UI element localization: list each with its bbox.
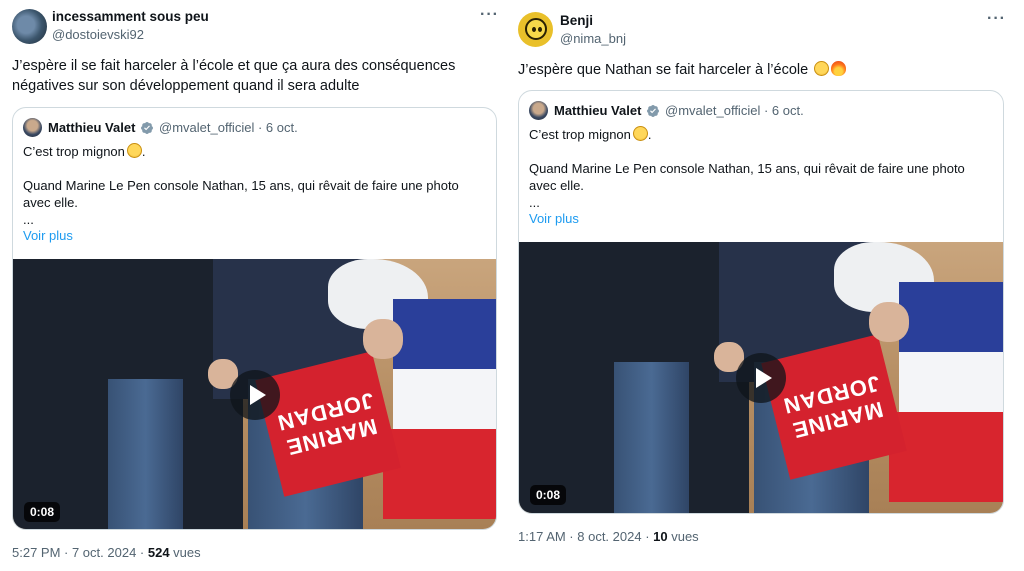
quote-text-line2: Quand Marine Le Pen console Nathan, 15 a…	[529, 161, 965, 193]
view-count: 524	[147, 545, 170, 560]
quote-handle-date: @mvalet_officiel · 6 oct.	[159, 120, 298, 135]
author-handle[interactable]: @dostoievski92	[52, 27, 144, 42]
tweet-2[interactable]: Benji @nima_bnj ··· J’espère que Nathan …	[507, 0, 1024, 571]
more-icon[interactable]: ···	[480, 6, 499, 24]
tweet-meta[interactable]: 5:27 PM · 7 oct. 2024 · 524 vues	[12, 545, 201, 560]
avatar[interactable]	[518, 12, 553, 47]
quote-author-name: Matthieu Valet	[554, 103, 642, 118]
quote-avatar	[23, 118, 42, 137]
avatar[interactable]	[12, 9, 47, 44]
video-player[interactable]: MARINE JORDAN 0:08	[519, 242, 1003, 513]
quote-text-line1: C’est trop mignon.	[23, 143, 146, 159]
quoted-tweet[interactable]: Matthieu Valet @mvalet_officiel · 6 oct.…	[12, 107, 497, 530]
pleading-face-emoji	[632, 126, 648, 141]
view-count: 10	[653, 529, 668, 544]
tweet-text: J’espère que Nathan se fait harceler à l…	[518, 60, 998, 80]
video-duration: 0:08	[530, 485, 567, 505]
quote-text-line2: Quand Marine Le Pen console Nathan, 15 a…	[23, 178, 459, 210]
see-more-link[interactable]: Voir plus	[23, 228, 73, 243]
play-icon[interactable]	[230, 370, 280, 420]
pleading-face-emoji	[814, 61, 830, 76]
fire-emoji	[831, 61, 847, 76]
quote-handle-date: @mvalet_officiel · 6 oct.	[665, 103, 804, 118]
tweet-meta[interactable]: 1:17 AM · 8 oct. 2024 · 10 vues	[518, 529, 699, 544]
quoted-tweet[interactable]: Matthieu Valet @mvalet_officiel · 6 oct.…	[518, 90, 1004, 514]
author-handle[interactable]: @nima_bnj	[560, 31, 626, 46]
tweet-text: J’espère il se fait harceler à l’école e…	[12, 58, 456, 94]
video-duration: 0:08	[24, 502, 61, 522]
quote-avatar	[529, 101, 548, 120]
quote-ellipsis: ...	[23, 212, 34, 227]
see-more-link[interactable]: Voir plus	[529, 211, 579, 226]
quote-ellipsis: ...	[529, 195, 540, 210]
quote-author-name: Matthieu Valet	[48, 120, 136, 135]
pleading-face-emoji	[126, 143, 142, 158]
verified-badge-icon	[141, 122, 153, 134]
quote-text-line1: C’est trop mignon.	[529, 126, 652, 142]
video-player[interactable]: MARINE JORDAN 0:08	[13, 259, 496, 529]
more-icon[interactable]: ···	[987, 10, 1006, 28]
tweet-1[interactable]: incessamment sous peu @dostoievski92 ···…	[0, 0, 507, 571]
verified-badge-icon	[647, 105, 659, 117]
author-name[interactable]: Benji	[560, 13, 593, 28]
author-name[interactable]: incessamment sous peu	[52, 9, 209, 24]
play-icon[interactable]	[736, 353, 786, 403]
